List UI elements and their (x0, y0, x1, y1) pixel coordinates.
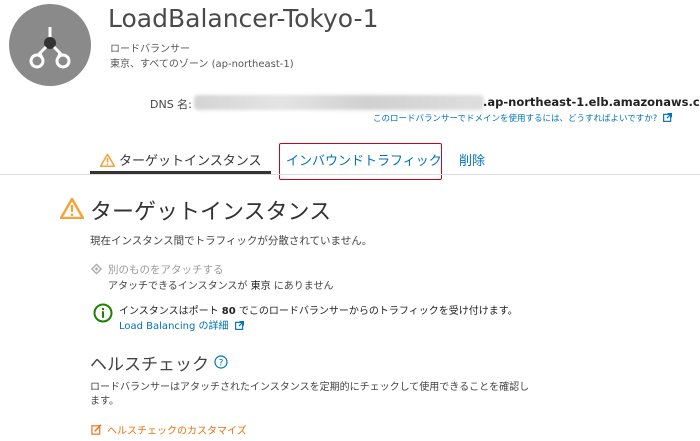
tab-target-instances[interactable]: ターゲットインスタンス (100, 150, 261, 169)
health-check-description: ロードバランサーはアタッチされたインスタンスを定期的にチェックして使用できること… (90, 382, 530, 407)
tab-inbound-traffic[interactable]: インバウンドトラフィック (286, 150, 442, 169)
customize-health-check-link[interactable]: ヘルスチェックのカスタマイズ (107, 422, 247, 437)
tabs-divider (0, 174, 700, 175)
help-icon[interactable]: ? (214, 355, 228, 369)
load-balancer-icon (9, 4, 91, 86)
region-text: 東京、すべてのゾーン (ap-northeast-1) (110, 59, 294, 70)
external-link-icon (662, 113, 672, 122)
domain-help-link[interactable]: このロードバランサーでドメインを使用するには、どうすればよいですか? (373, 112, 672, 124)
page-title: LoadBalancer-Tokyo-1 (108, 4, 379, 33)
section-title: ターゲットインスタンス (90, 200, 332, 225)
resource-type: ロードバランサー (110, 44, 190, 55)
attach-note: アタッチできるインスタンスが 東京 にありません (108, 281, 334, 292)
dns-suffix: .ap-northeast-1.elb.amazonaws.com (483, 95, 700, 109)
attach-another-button[interactable]: 別のものをアタッチする (108, 262, 224, 277)
attach-icon (91, 263, 102, 275)
warning-icon (60, 197, 84, 219)
port-info-text: インスタンスはポート 80 でこのロードバランサーからのトラフィックを受け付けま… (119, 306, 518, 317)
section-description: 現在インスタンス間でトラフィックが分散されていません。 (90, 235, 373, 247)
dns-label: DNS 名: (150, 98, 192, 111)
svg-text:?: ? (219, 358, 224, 368)
external-link-icon (234, 321, 244, 330)
health-check-title: ヘルスチェック (90, 355, 209, 375)
tab-delete[interactable]: 削除 (459, 150, 485, 169)
load-balancing-details-link[interactable]: Load Balancing の詳細 (119, 317, 244, 332)
info-icon (93, 303, 113, 323)
dns-name-redacted (194, 95, 484, 110)
edit-icon (91, 424, 102, 435)
